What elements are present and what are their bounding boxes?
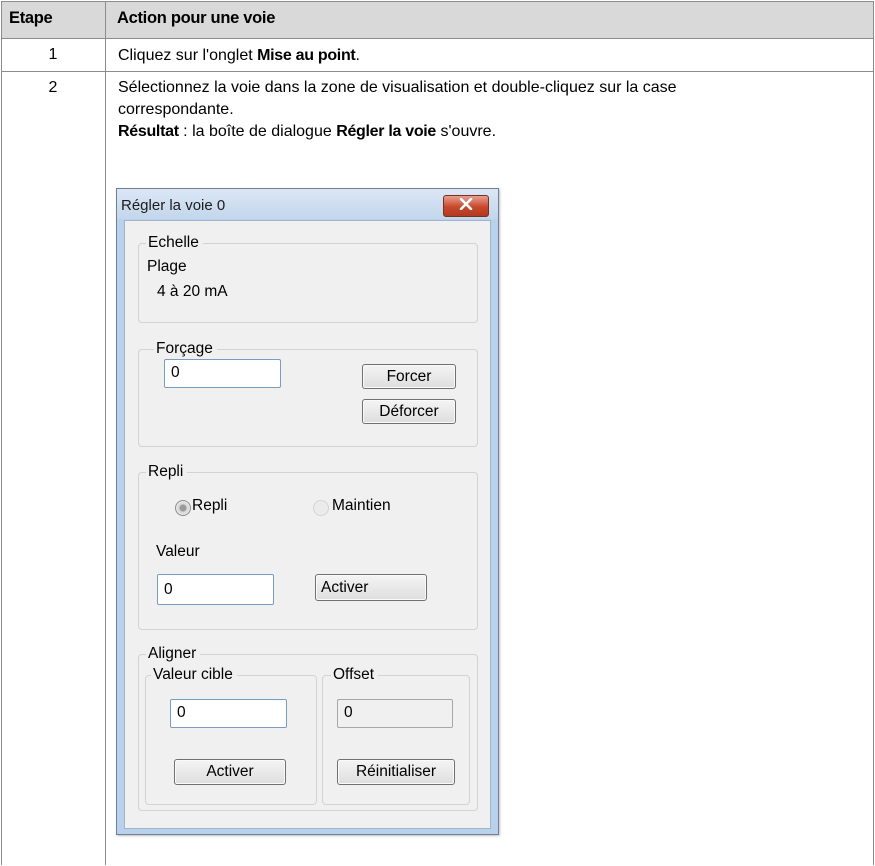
aligner-legend: Aligner [146, 645, 201, 663]
step-1-action: Cliquez sur l'onglet Mise au point. [118, 45, 858, 67]
forcage-group: Forçage 0 Forcer Déforcer [138, 340, 478, 447]
result-text: : la boîte de dialogue [178, 123, 337, 140]
forcer-button[interactable]: Forcer [362, 364, 456, 389]
forcage-value-input[interactable]: 0 [164, 359, 281, 388]
step-2-line-2: correspondante. [118, 101, 234, 118]
repli-activer-button[interactable]: Activer [315, 574, 427, 601]
valeur-label: Valeur [156, 543, 200, 560]
result-end: s'ouvre. [436, 123, 497, 140]
echelle-group: Echelle Plage 4 à 20 mA [138, 234, 478, 323]
dialog-name: Régler la voie [336, 123, 437, 140]
offset-value-field: 0 [337, 699, 453, 728]
offset-group: Offset 0 Réinitialiser [322, 666, 470, 805]
regler-la-voie-dialog: Régler la voie 0 Echelle Plage 4 à 20 mA… [116, 188, 499, 835]
repli-group: Repli Repli Maintien Valeur 0 Activer [138, 463, 478, 630]
repli-radio[interactable] [175, 500, 191, 516]
deforcer-button[interactable]: Déforcer [362, 399, 456, 424]
close-icon [459, 197, 473, 215]
aligner-group: Aligner Valeur cible 0 Activer Offset 0 … [138, 645, 478, 811]
plage-value: 4 à 20 mA [157, 283, 228, 300]
column-header-step: Etape [9, 9, 53, 27]
valeur-cible-input[interactable]: 0 [170, 699, 287, 728]
step-2-line-1: Sélectionnez la voie dans la zone de vis… [118, 79, 677, 96]
offset-legend: Offset [331, 666, 379, 684]
step-1-period: . [355, 47, 360, 64]
close-button[interactable] [443, 195, 489, 217]
maintien-radio-label[interactable]: Maintien [332, 497, 391, 515]
reinitialiser-button[interactable]: Réinitialiser [337, 759, 455, 785]
dialog-title: Régler la voie 0 [121, 197, 226, 214]
forcage-legend: Forçage [154, 340, 217, 358]
maintien-radio[interactable] [313, 500, 329, 516]
repli-legend: Repli [146, 463, 188, 481]
tab-name-mise-au-point: Mise au point [257, 47, 356, 64]
dialog-title-bar[interactable]: Régler la voie 0 [117, 189, 498, 219]
result-label: Résultat [118, 123, 179, 140]
column-header-action: Action pour une voie [117, 9, 276, 27]
step-2-result: Résultat : la boîte de dialogue Régler l… [118, 121, 858, 143]
step-number-2: 2 [48, 79, 58, 96]
step-number-1: 1 [48, 46, 58, 63]
echelle-legend: Echelle [146, 234, 203, 252]
step-1-text: Cliquez sur l'onglet [118, 47, 258, 64]
valeur-cible-activer-button[interactable]: Activer [174, 759, 286, 785]
step-2-action: Sélectionnez la voie dans la zone de vis… [118, 77, 858, 143]
repli-radio-label[interactable]: Repli [192, 497, 227, 515]
repli-value-input[interactable]: 0 [157, 574, 274, 605]
dialog-client-area: Echelle Plage 4 à 20 mA Forçage 0 Forcer… [124, 220, 491, 829]
plage-label: Plage [147, 258, 187, 275]
valeur-cible-group: Valeur cible 0 Activer [145, 666, 317, 805]
valeur-cible-legend: Valeur cible [151, 666, 237, 684]
